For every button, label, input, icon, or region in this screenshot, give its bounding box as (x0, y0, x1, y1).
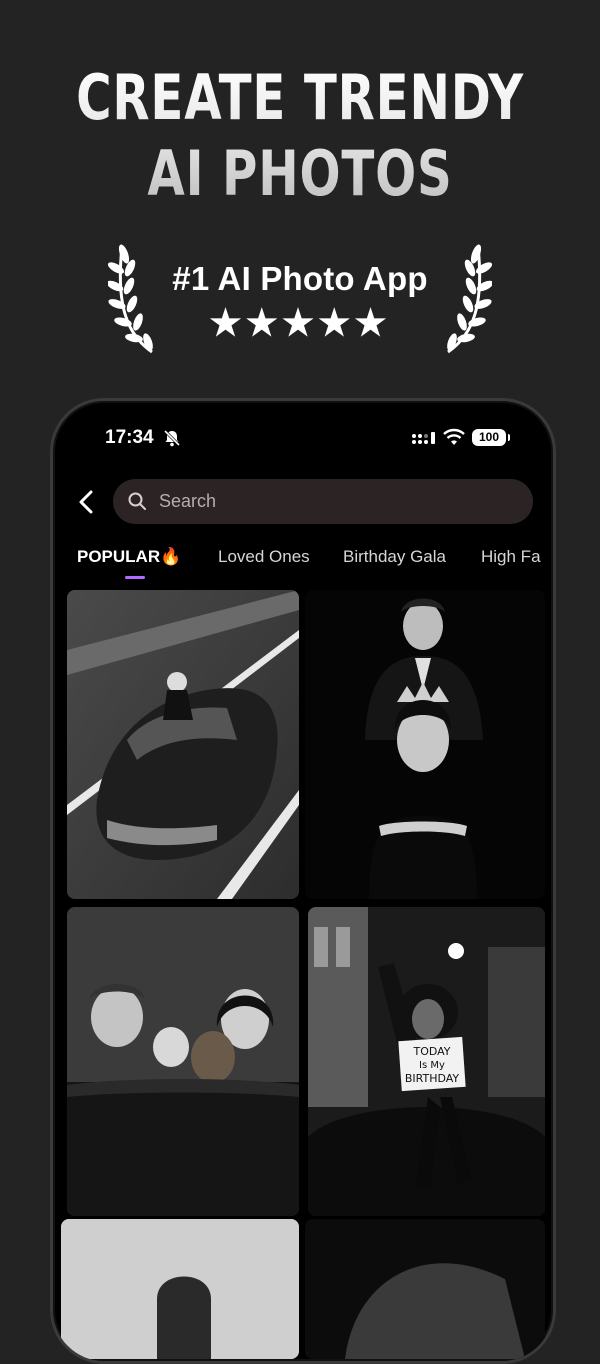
gallery-tile-portrait-right[interactable] (305, 1219, 545, 1359)
category-tabs: POPULAR🔥 Loved Ones Birthday Gala High F… (53, 541, 553, 581)
car-photo-image (67, 590, 299, 899)
gallery-tile-car[interactable] (67, 590, 299, 899)
portrait-left-image (61, 1219, 299, 1359)
back-chevron-icon[interactable] (75, 489, 99, 515)
headline-line1: CREATE TRENDY (76, 61, 524, 134)
gallery-tile-crown[interactable] (305, 590, 545, 899)
birthday-photo-image: TODAY Is My BIRTHDAY (308, 907, 545, 1216)
birthday-sign-line3: BIRTHDAY (405, 1072, 460, 1085)
tab-loved-ones[interactable]: Loved Ones (218, 547, 310, 567)
headline-line2: AI PHOTOS (147, 137, 453, 210)
cellular-signal-icon (412, 432, 435, 444)
battery-indicator: 100 (472, 429, 510, 446)
status-time: 17:34 (105, 427, 154, 448)
search-bar[interactable]: Search (113, 479, 533, 524)
laurel-right-icon (447, 244, 492, 354)
gallery-tile-family[interactable] (67, 907, 299, 1216)
crown-photo-image (305, 590, 545, 899)
bell-muted-icon (163, 429, 181, 447)
portrait-right-image (305, 1219, 545, 1359)
wifi-icon (443, 428, 465, 445)
phone-frame: 17:34 100 Search POPULAR🔥 Loved Ones Bir… (50, 398, 556, 1364)
tab-birthday-gala[interactable]: Birthday Gala (343, 547, 446, 567)
award-badge: #1 AI Photo App ★★★★★ (108, 238, 492, 358)
birthday-sign-line2: Is My (419, 1060, 445, 1071)
tab-popular[interactable]: POPULAR🔥 (77, 547, 181, 567)
family-photo-image (67, 907, 299, 1216)
active-tab-indicator (125, 576, 145, 579)
badge-title: #1 AI Photo App (172, 260, 428, 297)
status-bar: 17:34 100 (53, 401, 553, 461)
birthday-sign-line1: TODAY (412, 1045, 450, 1058)
search-placeholder: Search (159, 491, 217, 511)
rating-stars: ★★★★★ (209, 302, 391, 343)
gallery-tile-birthday[interactable]: TODAY Is My BIRTHDAY (308, 907, 545, 1216)
promo-headline: CREATE TRENDY AI PHOTOS (66, 60, 534, 212)
tab-high-fashion[interactable]: High Fa (481, 547, 541, 567)
gallery-tile-portrait-left[interactable] (61, 1219, 299, 1359)
search-icon (128, 492, 146, 510)
